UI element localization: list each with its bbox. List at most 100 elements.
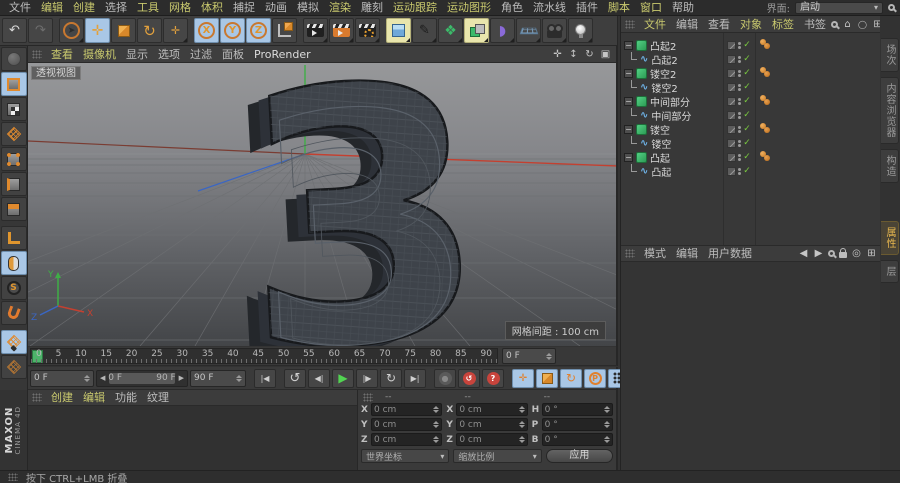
drag-handle-icon[interactable] [363,392,373,402]
history-forward-icon[interactable]: ▶ [813,248,824,259]
tab-content-browser[interactable]: 内容浏览器 [881,77,899,144]
visibility-dots[interactable] [738,125,742,133]
enable-snap-button[interactable] [0,301,27,325]
object-menu-item[interactable]: 文件 [639,17,671,32]
phong-tag-icon[interactable] [760,67,773,79]
object-menu-item[interactable]: 对象 [735,17,767,32]
target-icon[interactable]: ◎ [851,248,862,259]
menu-item[interactable]: 创建 [68,0,100,15]
object-row-child[interactable]: ∿ 凸起 ✓ [621,164,880,179]
drag-handle-icon[interactable] [32,393,42,402]
menu-item[interactable]: 角色 [496,0,528,15]
numeral-3-model[interactable]: 3 3 3 3 3 3 [209,63,496,346]
maximize-view-icon[interactable]: ▣ [599,49,612,60]
enabled-check-icon[interactable]: ✓ [743,68,751,78]
edges-mode-button[interactable] [0,172,27,196]
menu-item[interactable]: 选择 [100,0,132,15]
range-right-icon[interactable]: ▶ [179,374,184,382]
enable-axis-button[interactable] [0,226,27,250]
menu-item[interactable]: 帮助 [667,0,699,15]
viewport-menu-item[interactable]: 显示 [121,47,153,62]
menu-item[interactable]: 模拟 [292,0,324,15]
extrude-generator-button[interactable] [464,18,489,43]
coord-field[interactable]: 0 ° [541,403,613,416]
last-tool-button[interactable]: ✛ [163,18,188,43]
object-menu-item[interactable]: 编辑 [671,17,703,32]
history-back-icon[interactable]: ◀ [798,248,809,259]
goto-start-button[interactable]: |◀ [254,368,276,388]
undo-button[interactable]: ↶ [2,18,27,43]
snap-settings-button[interactable]: S [0,276,27,300]
coord-field[interactable]: 0 cm [371,433,443,446]
viewport-menu-item[interactable]: 查看 [46,47,78,62]
menu-item[interactable]: 运动图形 [442,0,496,15]
collapse-toggle[interactable]: − [624,96,633,106]
visibility-dots[interactable] [738,69,742,77]
stepper-icon[interactable] [433,436,439,443]
range-left-icon[interactable]: ◀ [100,374,105,382]
material-list-area[interactable] [28,406,357,469]
keyframe-help-button[interactable]: ? [482,368,504,388]
enabled-check-icon[interactable]: ✓ [743,166,751,176]
object-row[interactable]: − 凸起2 ✓ [621,38,880,53]
lock-y-axis-button[interactable]: Y [220,18,245,43]
object-tree[interactable]: − 凸起2 ✓ ∿ 凸起2 ✓ − 镂空2 ✓ ∿ 镂空2 ✓ − 中间部分 ✓… [621,33,880,245]
menu-item[interactable]: 工具 [132,0,164,15]
layer-box-icon[interactable] [727,152,737,162]
coord-field[interactable]: 0 ° [541,433,613,446]
object-name[interactable]: 中间部分 [651,108,691,123]
play-backwards-button[interactable]: ↺ [284,368,306,388]
visibility-dots[interactable] [738,167,742,175]
light-button[interactable] [568,18,593,43]
viewport-menu-item[interactable]: 选项 [153,47,185,62]
scale-tool-button[interactable] [111,18,136,43]
layer-box-icon[interactable] [727,124,737,134]
tab-takes[interactable]: 场次 [881,38,899,72]
key-parameter-toggle[interactable]: P [584,368,606,388]
collapse-toggle[interactable]: − [624,124,633,134]
object-menu-item[interactable]: 查看 [703,17,735,32]
tab-attributes[interactable]: 属性 [881,221,899,255]
visibility-dots[interactable] [738,97,742,105]
polygons-mode-button[interactable] [0,197,27,221]
enabled-check-icon[interactable]: ✓ [743,40,751,50]
object-name[interactable]: 凸起2 [651,52,677,67]
phong-tag-icon[interactable] [760,123,773,135]
stepper-icon[interactable] [604,436,610,443]
coord-field[interactable]: 0 ° [541,418,613,431]
spline-pen-button[interactable]: ✎ [412,18,437,43]
visibility-dots[interactable] [738,139,742,147]
play-button[interactable]: ▶ [332,368,354,388]
workplane-align-button[interactable] [0,355,27,379]
stepper-icon[interactable] [604,406,610,413]
object-name[interactable]: 凸起 [651,164,671,179]
view-label[interactable]: 透视视图 [31,66,81,80]
layer-box-icon[interactable] [727,54,737,64]
floor-button[interactable] [516,18,541,43]
layer-box-icon[interactable] [727,110,737,120]
lock-icon[interactable] [839,248,847,258]
collapse-toggle[interactable]: − [624,152,633,162]
viewport-canvas[interactable]: 3 3 3 3 3 3 Y X Z 透视视图 网格间距: 100 cm [28,63,616,346]
stepper-icon[interactable] [519,421,525,428]
object-name[interactable]: 中间部分 [650,94,690,109]
layer-box-icon[interactable] [727,82,737,92]
enabled-check-icon[interactable]: ✓ [743,152,751,162]
lock-z-axis-button[interactable]: Z [246,18,271,43]
coord-field[interactable]: 0 cm [371,403,443,416]
drag-handle-icon[interactable] [32,49,42,59]
stepper-icon[interactable] [433,421,439,428]
autokey-button[interactable]: ↺ [458,368,480,388]
attribute-manager-body[interactable] [621,262,880,470]
object-menu-item[interactable]: 书签 [799,17,831,32]
layer-box-icon[interactable] [727,166,737,176]
loop-button[interactable]: ↻ [380,368,402,388]
redo-button[interactable]: ↷ [28,18,53,43]
menu-item[interactable]: 网格 [164,0,196,15]
key-rotation-toggle[interactable]: ↻ [560,368,582,388]
stepper-icon[interactable] [84,375,90,382]
menu-item[interactable]: 编辑 [36,0,68,15]
key-position-toggle[interactable]: ✛ [512,368,534,388]
object-row-child[interactable]: ∿ 镂空 ✓ [621,136,880,151]
menu-item[interactable]: 运动跟踪 [388,0,442,15]
